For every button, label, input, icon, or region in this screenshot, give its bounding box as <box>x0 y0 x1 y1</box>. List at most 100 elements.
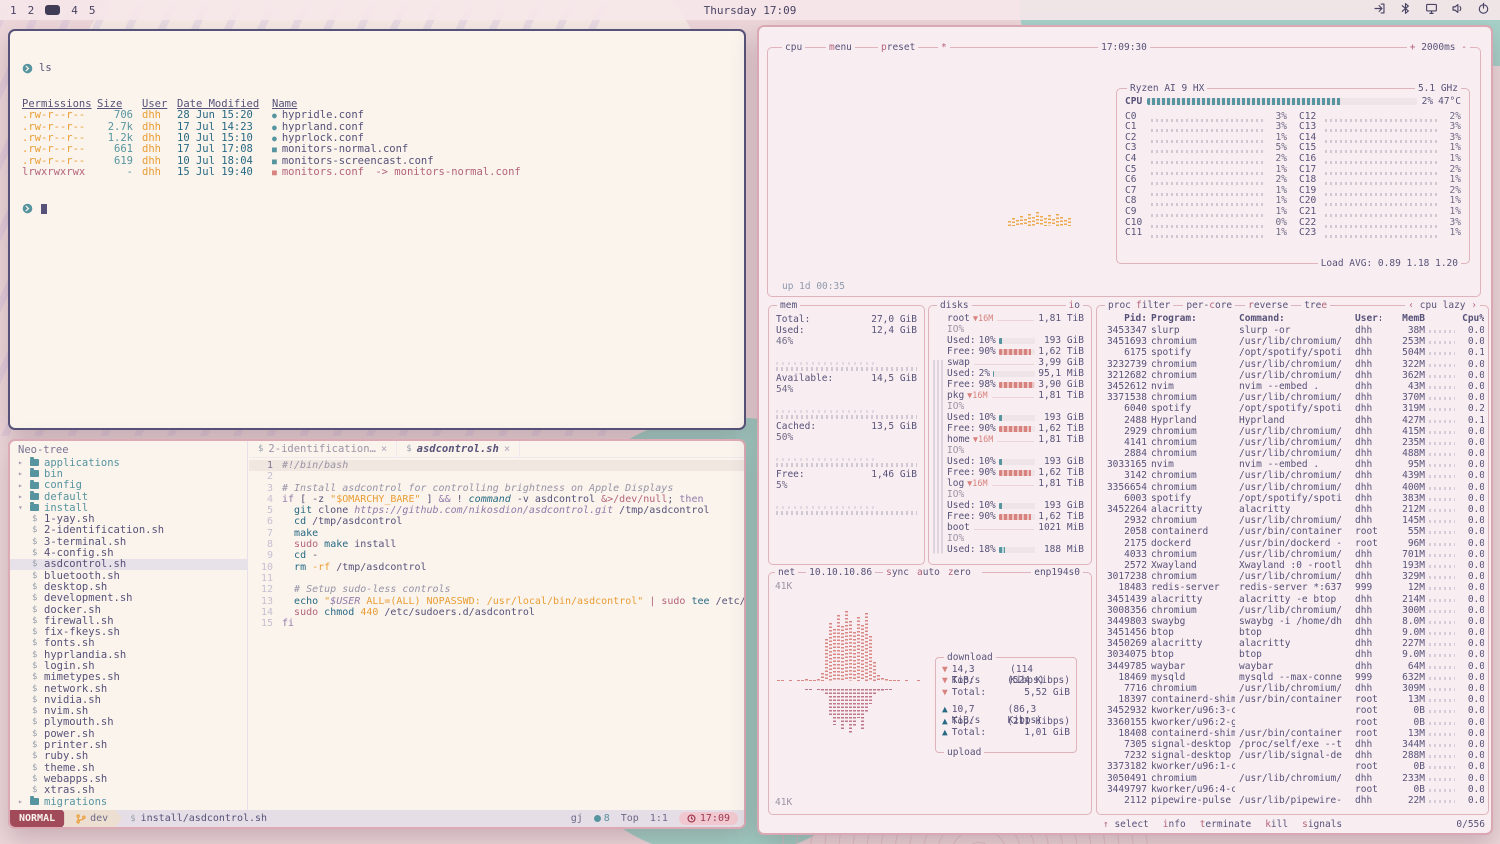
tree-item-docker.sh[interactable]: $docker.sh <box>10 604 247 615</box>
process-row[interactable]: 3050491chromium/usr/lib/chromium/dhh233M… <box>1103 773 1484 784</box>
io-tab[interactable]: io <box>1066 300 1083 311</box>
process-row[interactable]: 18483redis-serverredis-server *:63799912… <box>1103 582 1484 593</box>
process-row[interactable]: 18397containerd-shim/usr/bin/containerro… <box>1103 694 1484 705</box>
net-tab[interactable]: sync <box>886 567 909 578</box>
tree-item-mimetypes.sh[interactable]: $mimetypes.sh <box>10 672 247 683</box>
process-row[interactable]: 2488HyprlandHyprlanddhh427M0.1 <box>1103 415 1484 426</box>
tree-item-migrations[interactable]: ▸migrations <box>10 796 247 807</box>
process-row[interactable]: 2932chromium/usr/lib/chromium/dhh145M0.0 <box>1103 515 1484 526</box>
tree-item-bin[interactable]: ▸bin <box>10 468 247 479</box>
disk-io-tab[interactable]: ▼16M <box>973 314 993 324</box>
tree-item-nvidia.sh[interactable]: $nvidia.sh <box>10 694 247 705</box>
process-row[interactable]: 2112pipewire-pulse/usr/lib/pipewire-dhh2… <box>1103 795 1484 806</box>
neovim-window[interactable]: Neo-tree ▸applications▸bin▸config▸defaul… <box>8 439 746 829</box>
proc-box-label[interactable]: proc <box>1105 300 1134 311</box>
process-row[interactable]: 7716chromium/usr/lib/chromium/dhh309M0.0 <box>1103 683 1484 694</box>
tree-item-ruby.sh[interactable]: $ruby.sh <box>10 751 247 762</box>
screencast-icon[interactable] <box>1373 2 1386 18</box>
process-row[interactable]: 3373182kworker/u96:1-coroot0B0.0 <box>1103 761 1484 772</box>
disks-box-label[interactable]: disks <box>937 300 972 311</box>
tree-item-webapps.sh[interactable]: $webapps.sh <box>10 773 247 784</box>
footer-button[interactable]: signals <box>1302 819 1342 830</box>
tree-item-development.sh[interactable]: $development.sh <box>10 593 247 604</box>
process-row[interactable]: 4033chromium/usr/lib/chromium/dhh701M0.0 <box>1103 549 1484 560</box>
preset-button[interactable]: preset <box>878 42 918 53</box>
process-row[interactable]: 3033165nvimnvim --embed .dhh95M0.0 <box>1103 459 1484 470</box>
footer-button[interactable]: ↑ select <box>1103 819 1149 830</box>
disk-io-tab[interactable]: ▼16M <box>967 391 987 401</box>
process-row[interactable]: 3451439alacrittyalacritty -e btopdhh214M… <box>1103 594 1484 605</box>
process-row[interactable]: 6003spotify/opt/spotify/spotidhh383M0.0 <box>1103 493 1484 504</box>
workspace-3-active[interactable] <box>45 5 60 15</box>
disk-io-tab[interactable]: ▼16M <box>973 435 993 445</box>
proc-tab[interactable]: reverse <box>1245 300 1291 311</box>
proc-tab[interactable]: per-core <box>1183 300 1235 311</box>
proc-tab[interactable]: filter <box>1133 300 1173 311</box>
tree-item-power.sh[interactable]: $power.sh <box>10 728 247 739</box>
workspace-1[interactable]: 1 <box>10 4 17 17</box>
terminal-window[interactable]: ls PermissionsSizeUserDate ModifiedName.… <box>8 29 746 430</box>
cpu-box-label[interactable]: cpu <box>782 42 805 53</box>
process-row[interactable]: 7305signal-desktop/proc/self/exe --tdhh3… <box>1103 739 1484 750</box>
tree-item-nvim.sh[interactable]: $nvim.sh <box>10 706 247 717</box>
tree-item-3-terminal.sh[interactable]: $3-terminal.sh <box>10 536 247 547</box>
tree-item-applications[interactable]: ▸applications <box>10 457 247 468</box>
tree-item-firewall.sh[interactable]: $firewall.sh <box>10 615 247 626</box>
terminal-cursor[interactable] <box>41 204 47 214</box>
tree-item-fonts.sh[interactable]: $fonts.sh <box>10 638 247 649</box>
footer-button[interactable]: kill <box>1265 819 1288 830</box>
network-icon[interactable] <box>1425 2 1438 18</box>
tree-item-network.sh[interactable]: $network.sh <box>10 683 247 694</box>
tree-item-fix-fkeys.sh[interactable]: $fix-fkeys.sh <box>10 626 247 637</box>
process-row[interactable]: 2929chromium/usr/lib/chromium/dhh415M0.0 <box>1103 426 1484 437</box>
bluetooth-icon[interactable] <box>1399 2 1412 18</box>
process-row[interactable]: 3360155kworker/u96:2-gfroot0B0.0 <box>1103 717 1484 728</box>
process-row[interactable]: 3449785waybarwaybardhh64M0.0 <box>1103 661 1484 672</box>
tree-item-2-identification.sh[interactable]: $2-identification.sh <box>10 525 247 536</box>
net-tab[interactable]: zero <box>948 567 971 578</box>
process-row[interactable]: 3452932kworker/u96:3-coroot0B0.0 <box>1103 705 1484 716</box>
footer-button[interactable]: terminate <box>1200 819 1252 830</box>
process-row[interactable]: 3371538chromium/usr/lib/chromium/dhh370M… <box>1103 392 1484 403</box>
process-row[interactable]: 18469mysqldmysqld --max-conne999632M0.0 <box>1103 672 1484 683</box>
tree-item-plymouth.sh[interactable]: $plymouth.sh <box>10 717 247 728</box>
tree-item-desktop.sh[interactable]: $desktop.sh <box>10 581 247 592</box>
process-row[interactable]: 3232739chromium/usr/lib/chromium/dhh322M… <box>1103 359 1484 370</box>
process-row[interactable]: 3453347slurpslurp -ordhh38M0.0 <box>1103 325 1484 336</box>
btop-window[interactable]: cpu menu preset * 17:09:30 + 2000ms - Ry… <box>757 25 1493 835</box>
tree-item-hyprlandia.sh[interactable]: $hyprlandia.sh <box>10 649 247 660</box>
workspace-4[interactable]: 4 <box>71 4 78 17</box>
process-row[interactable]: 3142chromium/usr/lib/chromium/dhh439M0.0 <box>1103 470 1484 481</box>
tree-item-asdcontrol.sh[interactable]: $asdcontrol.sh <box>10 559 247 570</box>
net-box-label[interactable]: net <box>775 567 798 578</box>
tree-item-4-config.sh[interactable]: $4-config.sh <box>10 547 247 558</box>
tree-item-printer.sh[interactable]: $printer.sh <box>10 739 247 750</box>
process-row[interactable]: 3034075btopbtopdhh9.0M0.0 <box>1103 649 1484 660</box>
proc-sort[interactable]: ‹ cpu lazy › <box>1405 300 1480 311</box>
process-row[interactable]: 3356654chromium/usr/lib/chromium/dhh400M… <box>1103 482 1484 493</box>
process-row[interactable]: 3449797kworker/u96:4-coroot0B0.0 <box>1103 784 1484 795</box>
process-row[interactable]: 2058containerd/usr/bin/containerroot55M0… <box>1103 526 1484 537</box>
tree-item-default[interactable]: ▸default <box>10 491 247 502</box>
process-row[interactable]: 3449803swaybgswaybg -i /home/dhdhh8.0M0.… <box>1103 616 1484 627</box>
net-tab[interactable]: auto <box>917 567 940 578</box>
tree-item-theme.sh[interactable]: $theme.sh <box>10 762 247 773</box>
workspace-2[interactable]: 2 <box>28 4 35 17</box>
close-tab-icon[interactable]: × <box>504 443 510 455</box>
proc-tab[interactable]: tree <box>1301 300 1330 311</box>
volume-icon[interactable] <box>1451 2 1464 18</box>
mem-box-label[interactable]: mem <box>777 300 800 311</box>
tree-item-bluetooth.sh[interactable]: $bluetooth.sh <box>10 570 247 581</box>
process-row[interactable]: 6175spotify/opt/spotify/spotidhh504M0.1 <box>1103 347 1484 358</box>
code-area[interactable]: 1#!/bin/bash23# Install asdcontrol for c… <box>249 458 744 629</box>
process-row[interactable]: 3452264alacrittyalacrittydhh212M0.0 <box>1103 504 1484 515</box>
tree-item-login.sh[interactable]: $login.sh <box>10 660 247 671</box>
workspace-5[interactable]: 5 <box>89 4 96 17</box>
process-row[interactable]: 7232signal-desktop/usr/lib/signal-dedhh2… <box>1103 750 1484 761</box>
process-row[interactable]: 4141chromium/usr/lib/chromium/dhh235M0.0 <box>1103 437 1484 448</box>
process-row[interactable]: 6040spotify/opt/spotify/spotidhh319M0.2 <box>1103 403 1484 414</box>
process-row[interactable]: 3008356chromium/usr/lib/chromium/dhh300M… <box>1103 605 1484 616</box>
menu-button[interactable]: menu <box>826 42 855 53</box>
process-row[interactable]: 2175dockerd/usr/bin/dockerd -root96M0.0 <box>1103 538 1484 549</box>
process-row[interactable]: 2572XwaylandXwayland :0 -rootldhh193M0.0 <box>1103 560 1484 571</box>
